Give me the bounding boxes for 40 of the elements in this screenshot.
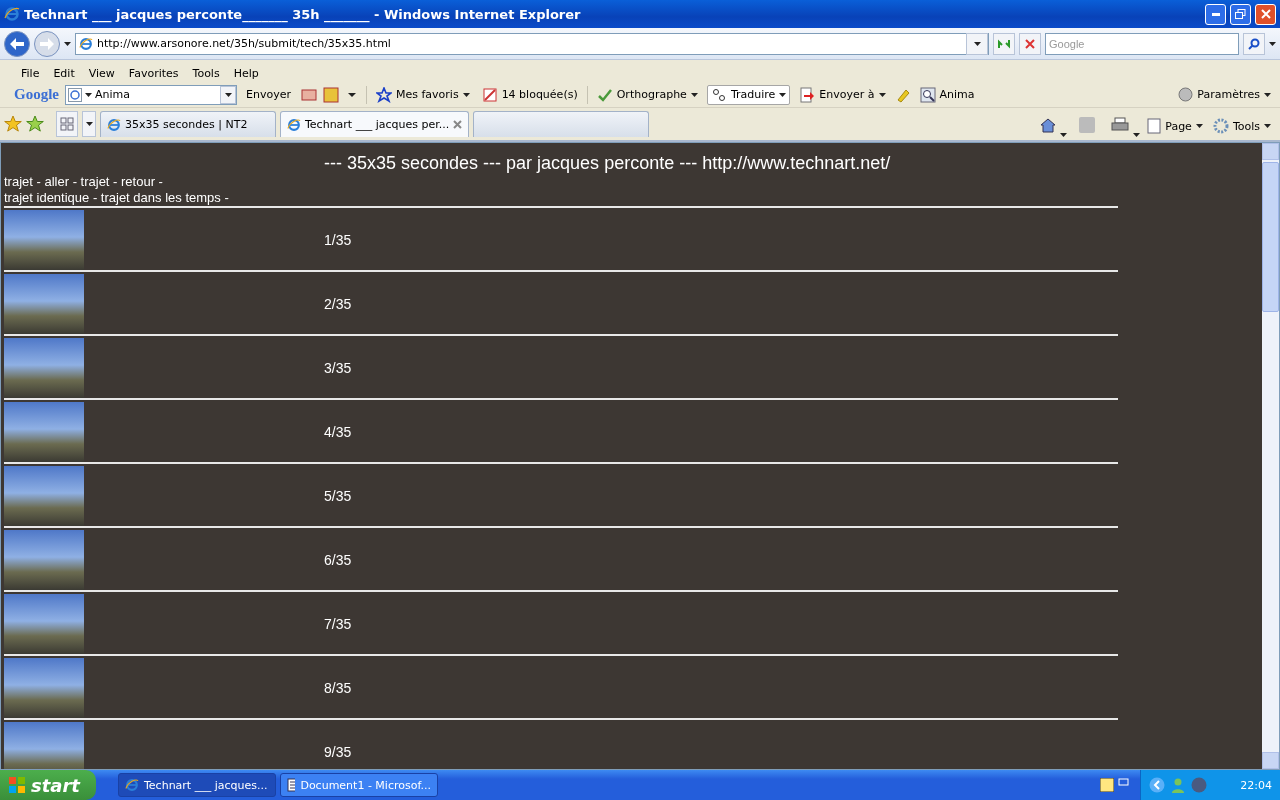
menu-item[interactable]: View bbox=[81, 65, 122, 82]
send-button[interactable]: Envoyer bbox=[243, 87, 294, 102]
toolbar-button[interactable]: 14 bloquée(s) bbox=[478, 85, 581, 104]
toolbar-button[interactable]: Orthographe bbox=[593, 85, 701, 104]
clock: 22:04 bbox=[1240, 778, 1272, 792]
toolbar-button[interactable]: Envoyer à bbox=[796, 85, 889, 104]
taskbar-button[interactable]: Technart ___ jacques... bbox=[118, 773, 276, 797]
entry-label: 7/35 bbox=[324, 615, 352, 632]
window-title: Technart ___ jacques perconte_______ 35h _______ - Windows Internet Explorer bbox=[24, 6, 582, 22]
settings-button[interactable]: Paramètres bbox=[1175, 86, 1274, 103]
browser-tab[interactable]: Technart ___ jacques per... bbox=[280, 111, 470, 137]
toolbar-button[interactable]: Mes favoris bbox=[372, 85, 473, 104]
entry-label: 6/35 bbox=[324, 551, 352, 568]
google-logo: Google bbox=[14, 86, 59, 103]
page-menu-button[interactable]: Page bbox=[1144, 117, 1206, 135]
intro-text: trajet - aller - trajet - retour - bbox=[4, 174, 164, 190]
entry-label: 3/35 bbox=[324, 359, 352, 376]
menu-item[interactable]: Favorites bbox=[121, 65, 186, 82]
menu-item[interactable]: Edit bbox=[46, 65, 82, 82]
toolbar-button[interactable]: Anima bbox=[916, 85, 978, 104]
entry-label: 8/35 bbox=[324, 679, 352, 696]
entry-label: 9/35 bbox=[324, 743, 352, 760]
address-field[interactable]: http://www.arsonore.net/35h/submit/tech/35x35.html bbox=[75, 32, 989, 55]
toolbar-button[interactable]: Traduire bbox=[706, 84, 791, 105]
entry-label: 1/35 bbox=[324, 231, 352, 248]
toolbar-search-field[interactable]: Anima bbox=[65, 84, 237, 105]
menu-item[interactable]: Tools bbox=[185, 65, 227, 82]
tools-menu-button[interactable]: Tools bbox=[1209, 117, 1274, 135]
entry-label: 5/35 bbox=[324, 487, 352, 504]
menu-item[interactable]: Help bbox=[226, 65, 266, 82]
search-field[interactable]: Google bbox=[1045, 32, 1239, 55]
search-value: Anima bbox=[95, 88, 131, 101]
menu-item[interactable]: File bbox=[14, 65, 47, 82]
intro-text: trajet identique - trajet dans les temps - bbox=[4, 190, 230, 206]
entry-label: 4/35 bbox=[324, 423, 352, 440]
page-heading: --- 35x35 secondes --- par jacques perconte --- http://www.technart.net/ bbox=[323, 153, 892, 174]
entry-label: 2/35 bbox=[324, 295, 352, 312]
browser-tab[interactable]: 35x35 secondes | NT2 bbox=[100, 111, 276, 137]
taskbar-button[interactable]: Document1 - Microsof... bbox=[280, 773, 438, 797]
url-text: http://www.arsonore.net/35h/submit/tech/35x35.html bbox=[97, 37, 392, 50]
